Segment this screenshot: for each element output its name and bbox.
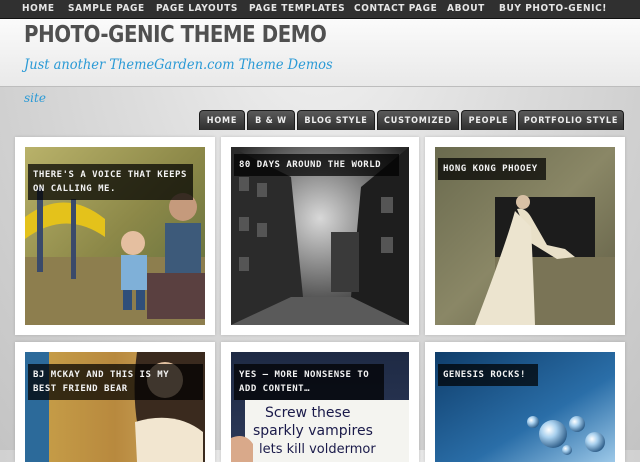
top-nav-home-link[interactable]: HOME — [22, 0, 55, 18]
post-caption[interactable]: 80 DAYS AROUND THE WORLD — [234, 154, 399, 176]
top-nav-sample-page-link[interactable]: SAMPLE PAGE — [68, 0, 145, 18]
tab-blog-style[interactable]: BLOG STYLE — [297, 110, 375, 130]
top-navigation-bar: HOME SAMPLE PAGE PAGE LAYOUTS PAGE TEMPL… — [0, 0, 640, 19]
post-caption[interactable]: THERE'S A VOICE THAT KEEPS ON CALLING ME… — [28, 164, 193, 200]
post-caption[interactable]: BJ MCKAY AND THIS IS MY BEST FRIEND BEAR — [28, 364, 203, 400]
site-header: PHOTO-GENIC THEME DEMO Just another Them… — [0, 19, 640, 87]
post-caption[interactable]: GENESIS ROCKS! — [438, 364, 538, 386]
tab-b-and-w[interactable]: B & W — [247, 110, 295, 130]
tab-people[interactable]: PEOPLE — [461, 110, 516, 130]
site-tagline: Just another ThemeGarden.com Theme Demos — [24, 57, 333, 73]
post-card[interactable]: GENESIS ROCKS! — [425, 342, 625, 462]
post-card[interactable]: Screw these sparkly vampires lets kill v… — [221, 342, 419, 462]
post-caption[interactable]: YES — MORE NONSENSE TO ADD CONTENT… — [234, 364, 384, 400]
post-card[interactable]: THERE'S A VOICE THAT KEEPS ON CALLING ME… — [15, 137, 215, 335]
top-nav-about-link[interactable]: ABOUT — [447, 0, 485, 18]
post-caption[interactable]: HONG KONG PHOOEY — [438, 158, 546, 180]
top-nav-page-templates-link[interactable]: PAGE TEMPLATES — [249, 0, 345, 18]
post-card[interactable]: BJ MCKAY AND THIS IS MY BEST FRIEND BEAR — [15, 342, 215, 462]
post-card[interactable]: 80 DAYS AROUND THE WORLD — [221, 137, 419, 335]
sign-text-line1: Screw these — [265, 405, 350, 421]
top-nav-contact-page-link[interactable]: CONTACT PAGE — [354, 0, 437, 18]
site-label: site — [24, 91, 46, 105]
sign-text-line2: sparkly vampires — [253, 423, 373, 439]
category-tabs: HOME B & W BLOG STYLE CUSTOMIZED PEOPLE … — [0, 110, 640, 130]
post-card[interactable]: HONG KONG PHOOEY — [425, 137, 625, 335]
tab-home[interactable]: HOME — [199, 110, 245, 130]
top-nav-page-layouts-link[interactable]: PAGE LAYOUTS — [156, 0, 238, 18]
tab-customized[interactable]: CUSTOMIZED — [377, 110, 459, 130]
tab-portfolio-style[interactable]: PORTFOLIO STYLE — [518, 110, 624, 130]
site-title[interactable]: PHOTO-GENIC THEME DEMO — [24, 22, 327, 48]
top-nav-buy-photo-genic-link[interactable]: BUY PHOTO-GENIC! — [499, 0, 607, 18]
